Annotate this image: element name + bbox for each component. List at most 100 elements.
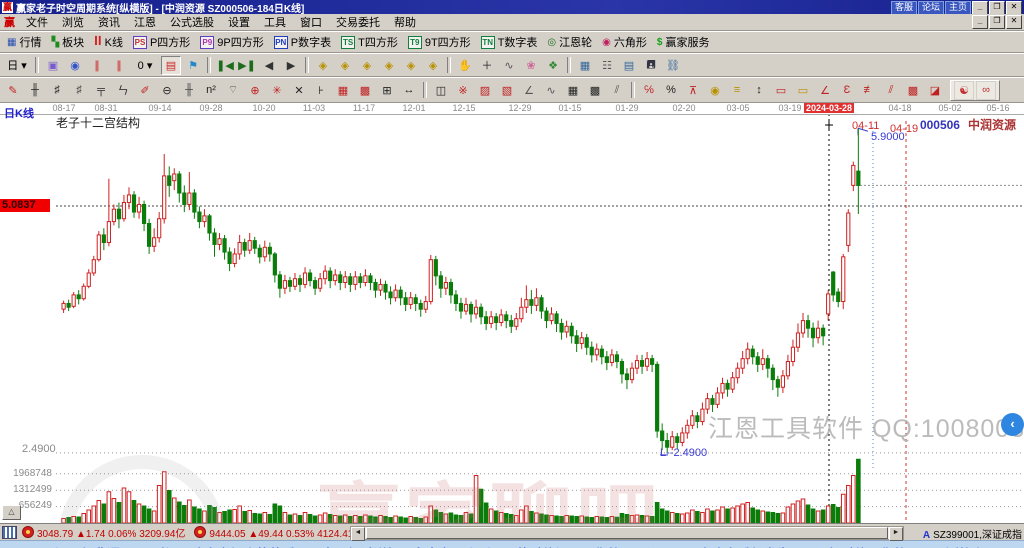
- last-bar-icon[interactable]: ▶❚: [237, 56, 257, 75]
- polyline-tool[interactable]: ㄣ: [113, 81, 133, 100]
- calculator-icon[interactable]: ☷: [597, 56, 617, 75]
- t-table-button[interactable]: TNT数字表: [476, 34, 543, 50]
- square-grid-tool[interactable]: ▦: [563, 81, 583, 100]
- gann-wheel-button[interactable]: ◎江恩轮: [542, 34, 597, 50]
- gann-circle-tool[interactable]: ⊕: [245, 81, 265, 100]
- prev-bar-icon[interactable]: ◀: [259, 56, 279, 75]
- kline-mark-down-icon[interactable]: ∥: [109, 56, 129, 75]
- close-button[interactable]: ✕: [1006, 1, 1022, 15]
- trend-line-tool[interactable]: ✐: [135, 81, 155, 100]
- horizontal-line-tool[interactable]: ╤: [91, 81, 111, 100]
- parallel-line-tool[interactable]: ╫: [25, 81, 45, 100]
- save-icon[interactable]: 🖪: [641, 56, 661, 75]
- hexagon-button[interactable]: ◉六角形: [597, 34, 652, 50]
- gann-diamond-4-icon[interactable]: ◈: [379, 56, 399, 75]
- dense-grid-tool[interactable]: ▩: [585, 81, 605, 100]
- forum-link[interactable]: 论坛: [918, 1, 944, 15]
- menu-设置[interactable]: 设置: [221, 16, 257, 30]
- parallel-red-tool[interactable]: ≢: [859, 81, 879, 100]
- menu-资讯[interactable]: 资讯: [91, 16, 127, 30]
- menu-公式选股[interactable]: 公式选股: [163, 16, 221, 30]
- circle-line-tool[interactable]: ⊖: [157, 81, 177, 100]
- minimize-button[interactable]: _: [972, 1, 988, 15]
- red-box-b-tool[interactable]: ▧: [497, 81, 517, 100]
- calendar-icon[interactable]: ▦: [575, 56, 595, 75]
- calendar-status-icon[interactable]: [2, 526, 17, 539]
- restore-button[interactable]: ❐: [989, 1, 1005, 15]
- kline-mark-up-icon[interactable]: ∥: [87, 56, 107, 75]
- percent-small-tool[interactable]: ℅: [639, 81, 659, 100]
- flag-icon[interactable]: ⚑: [183, 56, 203, 75]
- taiji-button[interactable]: ☯: [954, 81, 974, 100]
- notebook-icon[interactable]: ▤: [619, 56, 639, 75]
- elliott-tool[interactable]: Ɛ: [837, 81, 857, 100]
- gann-diamond-2-icon[interactable]: ◈: [335, 56, 355, 75]
- protractor-tool[interactable]: ⌔: [223, 81, 243, 100]
- network-icon[interactable]: ⛓: [663, 56, 683, 75]
- homepage-link[interactable]: 主页: [945, 1, 971, 15]
- menu-帮助[interactable]: 帮助: [387, 16, 423, 30]
- wave-draw-tool[interactable]: ∿: [541, 81, 561, 100]
- gann-diamond-1-icon[interactable]: ◈: [313, 56, 333, 75]
- scrollbar-thumb[interactable]: [366, 527, 888, 539]
- price-grid-tool[interactable]: ♯: [69, 81, 89, 100]
- sectors-button[interactable]: ▚板块: [46, 34, 89, 50]
- time-ruler-tool[interactable]: ╫: [179, 81, 199, 100]
- diamond-tool-icon[interactable]: ❖: [543, 56, 563, 75]
- p-square-button[interactable]: PSP四方形: [128, 34, 195, 50]
- slant-lines-tool[interactable]: ⫽: [607, 81, 627, 100]
- red-grid-b-tool[interactable]: ▩: [355, 81, 375, 100]
- kline-style-icon[interactable]: ▤: [161, 56, 181, 75]
- time-mark-tool[interactable]: ⊦: [311, 81, 331, 100]
- hand-tool-icon[interactable]: ✋: [455, 56, 475, 75]
- golden-circle-tool[interactable]: ◉: [705, 81, 725, 100]
- p9-square-button[interactable]: P99P四方形: [195, 34, 268, 50]
- service-link[interactable]: 客服: [891, 1, 917, 15]
- red-grid-a-tool[interactable]: ▦: [333, 81, 353, 100]
- child-close-button[interactable]: ✕: [1006, 15, 1022, 29]
- scroll-left-arrow[interactable]: ◄: [351, 527, 365, 541]
- gold-frame-tool[interactable]: ▭: [793, 81, 813, 100]
- menu-窗口[interactable]: 窗口: [293, 16, 329, 30]
- box-grid-tool[interactable]: ⊞: [377, 81, 397, 100]
- grid-red-tool[interactable]: ▩: [903, 81, 923, 100]
- angle-red-tool[interactable]: ∠: [815, 81, 835, 100]
- t-square-button[interactable]: TST四方形: [336, 34, 403, 50]
- scroll-right-arrow[interactable]: ►: [889, 527, 903, 541]
- t9-square-button[interactable]: T99T四方形: [403, 34, 476, 50]
- kline-button[interactable]: ꟾꟾK线: [89, 34, 128, 50]
- gann-diamond-3-icon[interactable]: ◈: [357, 56, 377, 75]
- volume-pane-toggle-button[interactable]: △: [2, 505, 21, 520]
- angle-tool[interactable]: ∠: [519, 81, 539, 100]
- child-minimize-button[interactable]: _: [972, 15, 988, 29]
- menu-工具[interactable]: 工具: [257, 16, 293, 30]
- horizontal-scrollbar[interactable]: ◄ ►: [350, 526, 904, 540]
- weight-dropdown[interactable]: 0 ▾: [131, 56, 159, 75]
- period-day-dropdown[interactable]: 日 ▾: [3, 56, 31, 75]
- next-bar-icon[interactable]: ▶: [281, 56, 301, 75]
- box-select-tool[interactable]: ◫: [431, 81, 451, 100]
- block-slant-tool[interactable]: ◪: [925, 81, 945, 100]
- window-style-icon[interactable]: ▣: [43, 56, 63, 75]
- menu-交易委托[interactable]: 交易委托: [329, 16, 387, 30]
- x-cross-tool[interactable]: ✕: [289, 81, 309, 100]
- red-frame-tool[interactable]: ▭: [771, 81, 791, 100]
- child-restore-button[interactable]: ❐: [989, 15, 1005, 29]
- infinity-button[interactable]: ∞: [976, 81, 996, 100]
- n-square-tool[interactable]: n²: [201, 81, 221, 100]
- percent-tool[interactable]: %: [661, 81, 681, 100]
- info-icon[interactable]: ◉: [65, 56, 85, 75]
- width-mark-tool[interactable]: ↔: [399, 81, 419, 100]
- golden-lines-tool[interactable]: ≡: [727, 81, 747, 100]
- flower-tool-icon[interactable]: ❀: [521, 56, 541, 75]
- ray-fan-tool[interactable]: ※: [453, 81, 473, 100]
- menu-文件[interactable]: 文件: [19, 16, 55, 30]
- menu-江恩[interactable]: 江恩: [127, 16, 163, 30]
- crosshair-tool-icon[interactable]: ＋: [477, 56, 497, 75]
- red-box-a-tool[interactable]: ▨: [475, 81, 495, 100]
- first-bar-icon[interactable]: ❚◀: [215, 56, 235, 75]
- p-table-button[interactable]: PNP数字表: [269, 34, 336, 50]
- winner-service-button[interactable]: $赢家服务: [652, 34, 715, 50]
- star-ray-tool[interactable]: ✳: [267, 81, 287, 100]
- gann-grid-tool[interactable]: ♯: [47, 81, 67, 100]
